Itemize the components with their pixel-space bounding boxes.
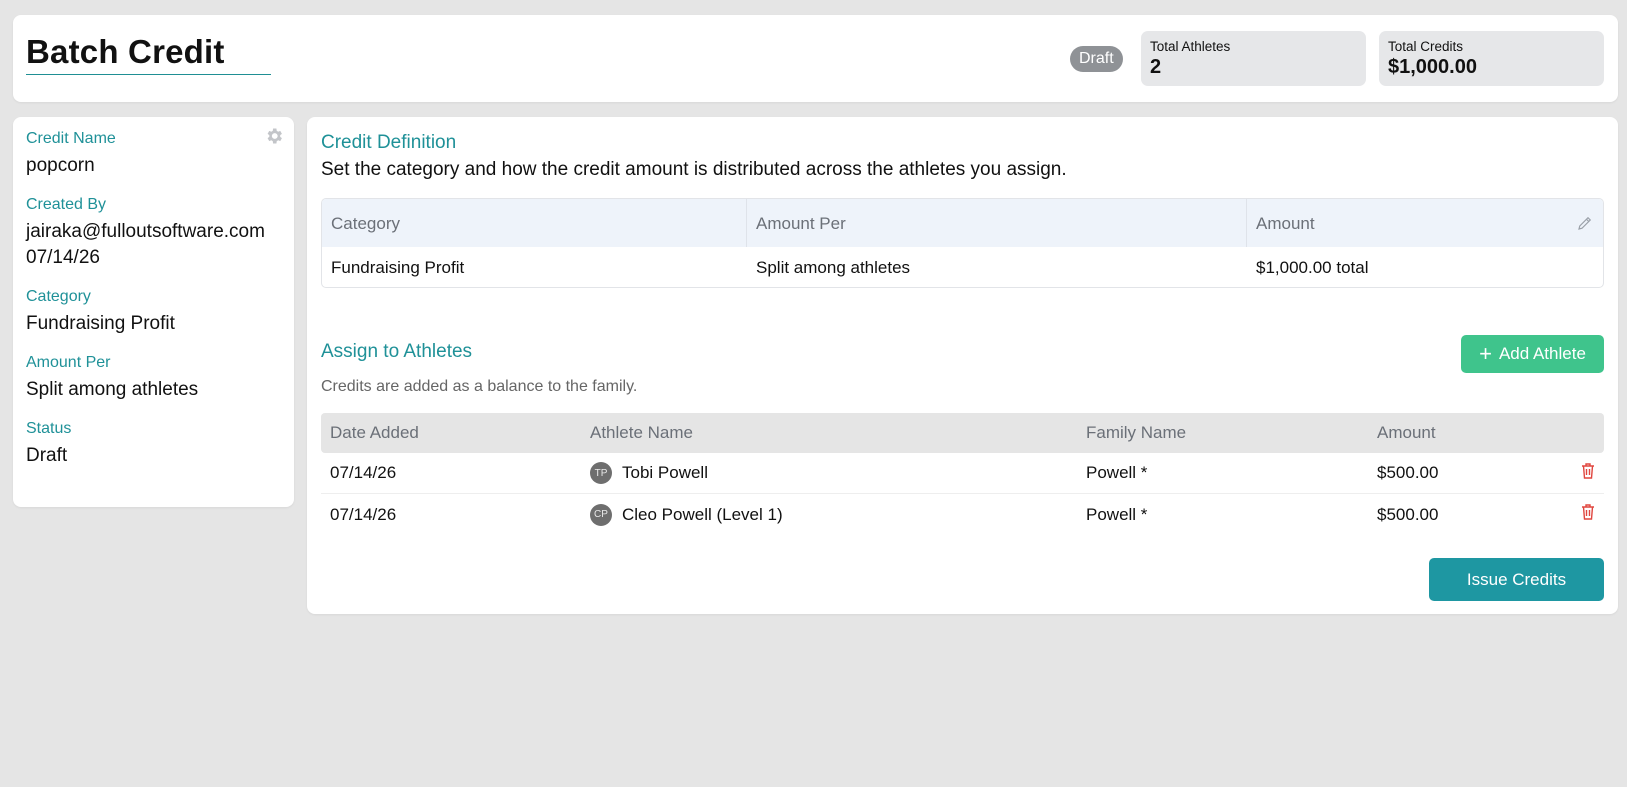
field-label: Category [26,288,91,305]
column-header: Category [322,199,747,247]
created-by-field: Created By jairaka@fulloutsoftware.com 0… [26,196,281,271]
table-header: Category Amount Per Amount [322,199,1603,247]
field-value: Fundraising Profit [26,313,175,334]
athlete-name: Tobi Powell [622,463,708,482]
table-row: 07/14/26 TP Tobi Powell Powell * $500.00 [321,453,1604,494]
table-row: Fundraising Profit Split among athletes … [322,247,1603,287]
field-value: Draft [26,445,68,466]
table-header: Date Added Athlete Name Family Name Amou… [321,413,1604,453]
stat-value: 2 [1150,56,1162,78]
credit-definition-title: Credit Definition [321,132,457,153]
amount-per-field: Amount Per Split among athletes [26,354,281,403]
assign-athletes-title: Assign to Athletes [321,341,473,362]
field-value: popcorn [26,155,95,176]
title-underline [26,74,271,75]
column-header-amount: Amount [1247,199,1603,247]
trash-icon[interactable] [1580,462,1596,480]
athlete-cell: TP Tobi Powell [590,462,1086,484]
pencil-icon[interactable] [1576,214,1594,232]
column-header: Date Added [330,423,419,442]
field-value: Split among athletes [26,379,199,400]
field-label: Credit Name [26,130,116,147]
column-header: Amount Per [747,199,1247,247]
main-panel: Credit Definition Set the category and h… [307,117,1618,614]
total-athletes-stat: Total Athletes 2 [1141,31,1366,86]
stat-label: Total Credits [1388,39,1464,54]
amount-cell: $500.00 [1377,463,1439,482]
family-cell: Powell * [1086,504,1148,524]
category-field: Category Fundraising Profit [26,288,281,337]
stat-value: $1,000.00 [1388,56,1477,78]
add-athlete-button[interactable]: + Add Athlete [1461,335,1604,373]
athlete-cell: CP Cleo Powell (Level 1) [590,503,1086,526]
created-date: 07/14/26 [26,247,100,268]
field-label: Status [26,420,72,437]
column-header: Amount [1377,423,1436,442]
table-cell: Split among athletes [756,258,911,277]
credit-details-sidebar: Credit Name popcorn Created By jairaka@f… [13,117,294,507]
athlete-name: Cleo Powell (Level 1) [622,504,783,524]
field-value: jairaka@fulloutsoftware.com [26,221,265,242]
amount-cell: $500.00 [1377,504,1439,524]
athletes-table: Date Added Athlete Name Family Name Amou… [321,413,1604,535]
date-cell: 07/14/26 [330,463,397,482]
column-header-label: Amount [1256,214,1315,233]
page-header: Batch Credit Draft Total Athletes 2 Tota… [13,15,1618,102]
gear-icon[interactable] [264,126,284,146]
column-header: Athlete Name [590,423,693,442]
issue-credits-button[interactable]: Issue Credits [1429,558,1604,601]
avatar: TP [590,462,612,484]
credit-definition-table: Category Amount Per Amount Fundraising P… [321,198,1604,288]
credit-name-field: Credit Name popcorn [26,130,281,179]
table-row: 07/14/26 CP Cleo Powell (Level 1) Powell… [321,494,1604,535]
table-cell: Fundraising Profit [331,258,465,277]
column-header: Family Name [1086,423,1187,442]
page-title: Batch Credit [26,33,225,70]
field-label: Created By [26,196,107,213]
trash-icon[interactable] [1580,503,1596,521]
assign-athletes-description: Credits are added as a balance to the fa… [321,378,638,395]
credit-definition-description: Set the category and how the credit amou… [321,159,1067,180]
date-cell: 07/14/26 [330,504,397,524]
field-label: Amount Per [26,354,111,371]
stat-label: Total Athletes [1150,39,1231,54]
avatar: CP [590,503,612,526]
button-label: Add Athlete [1498,344,1586,363]
status-field: Status Draft [26,420,281,469]
total-credits-stat: Total Credits $1,000.00 [1379,31,1604,86]
family-cell: Powell * [1086,463,1148,482]
table-cell: $1,000.00 total [1256,258,1369,277]
plus-icon: + [1479,341,1492,366]
status-badge: Draft [1070,46,1123,72]
